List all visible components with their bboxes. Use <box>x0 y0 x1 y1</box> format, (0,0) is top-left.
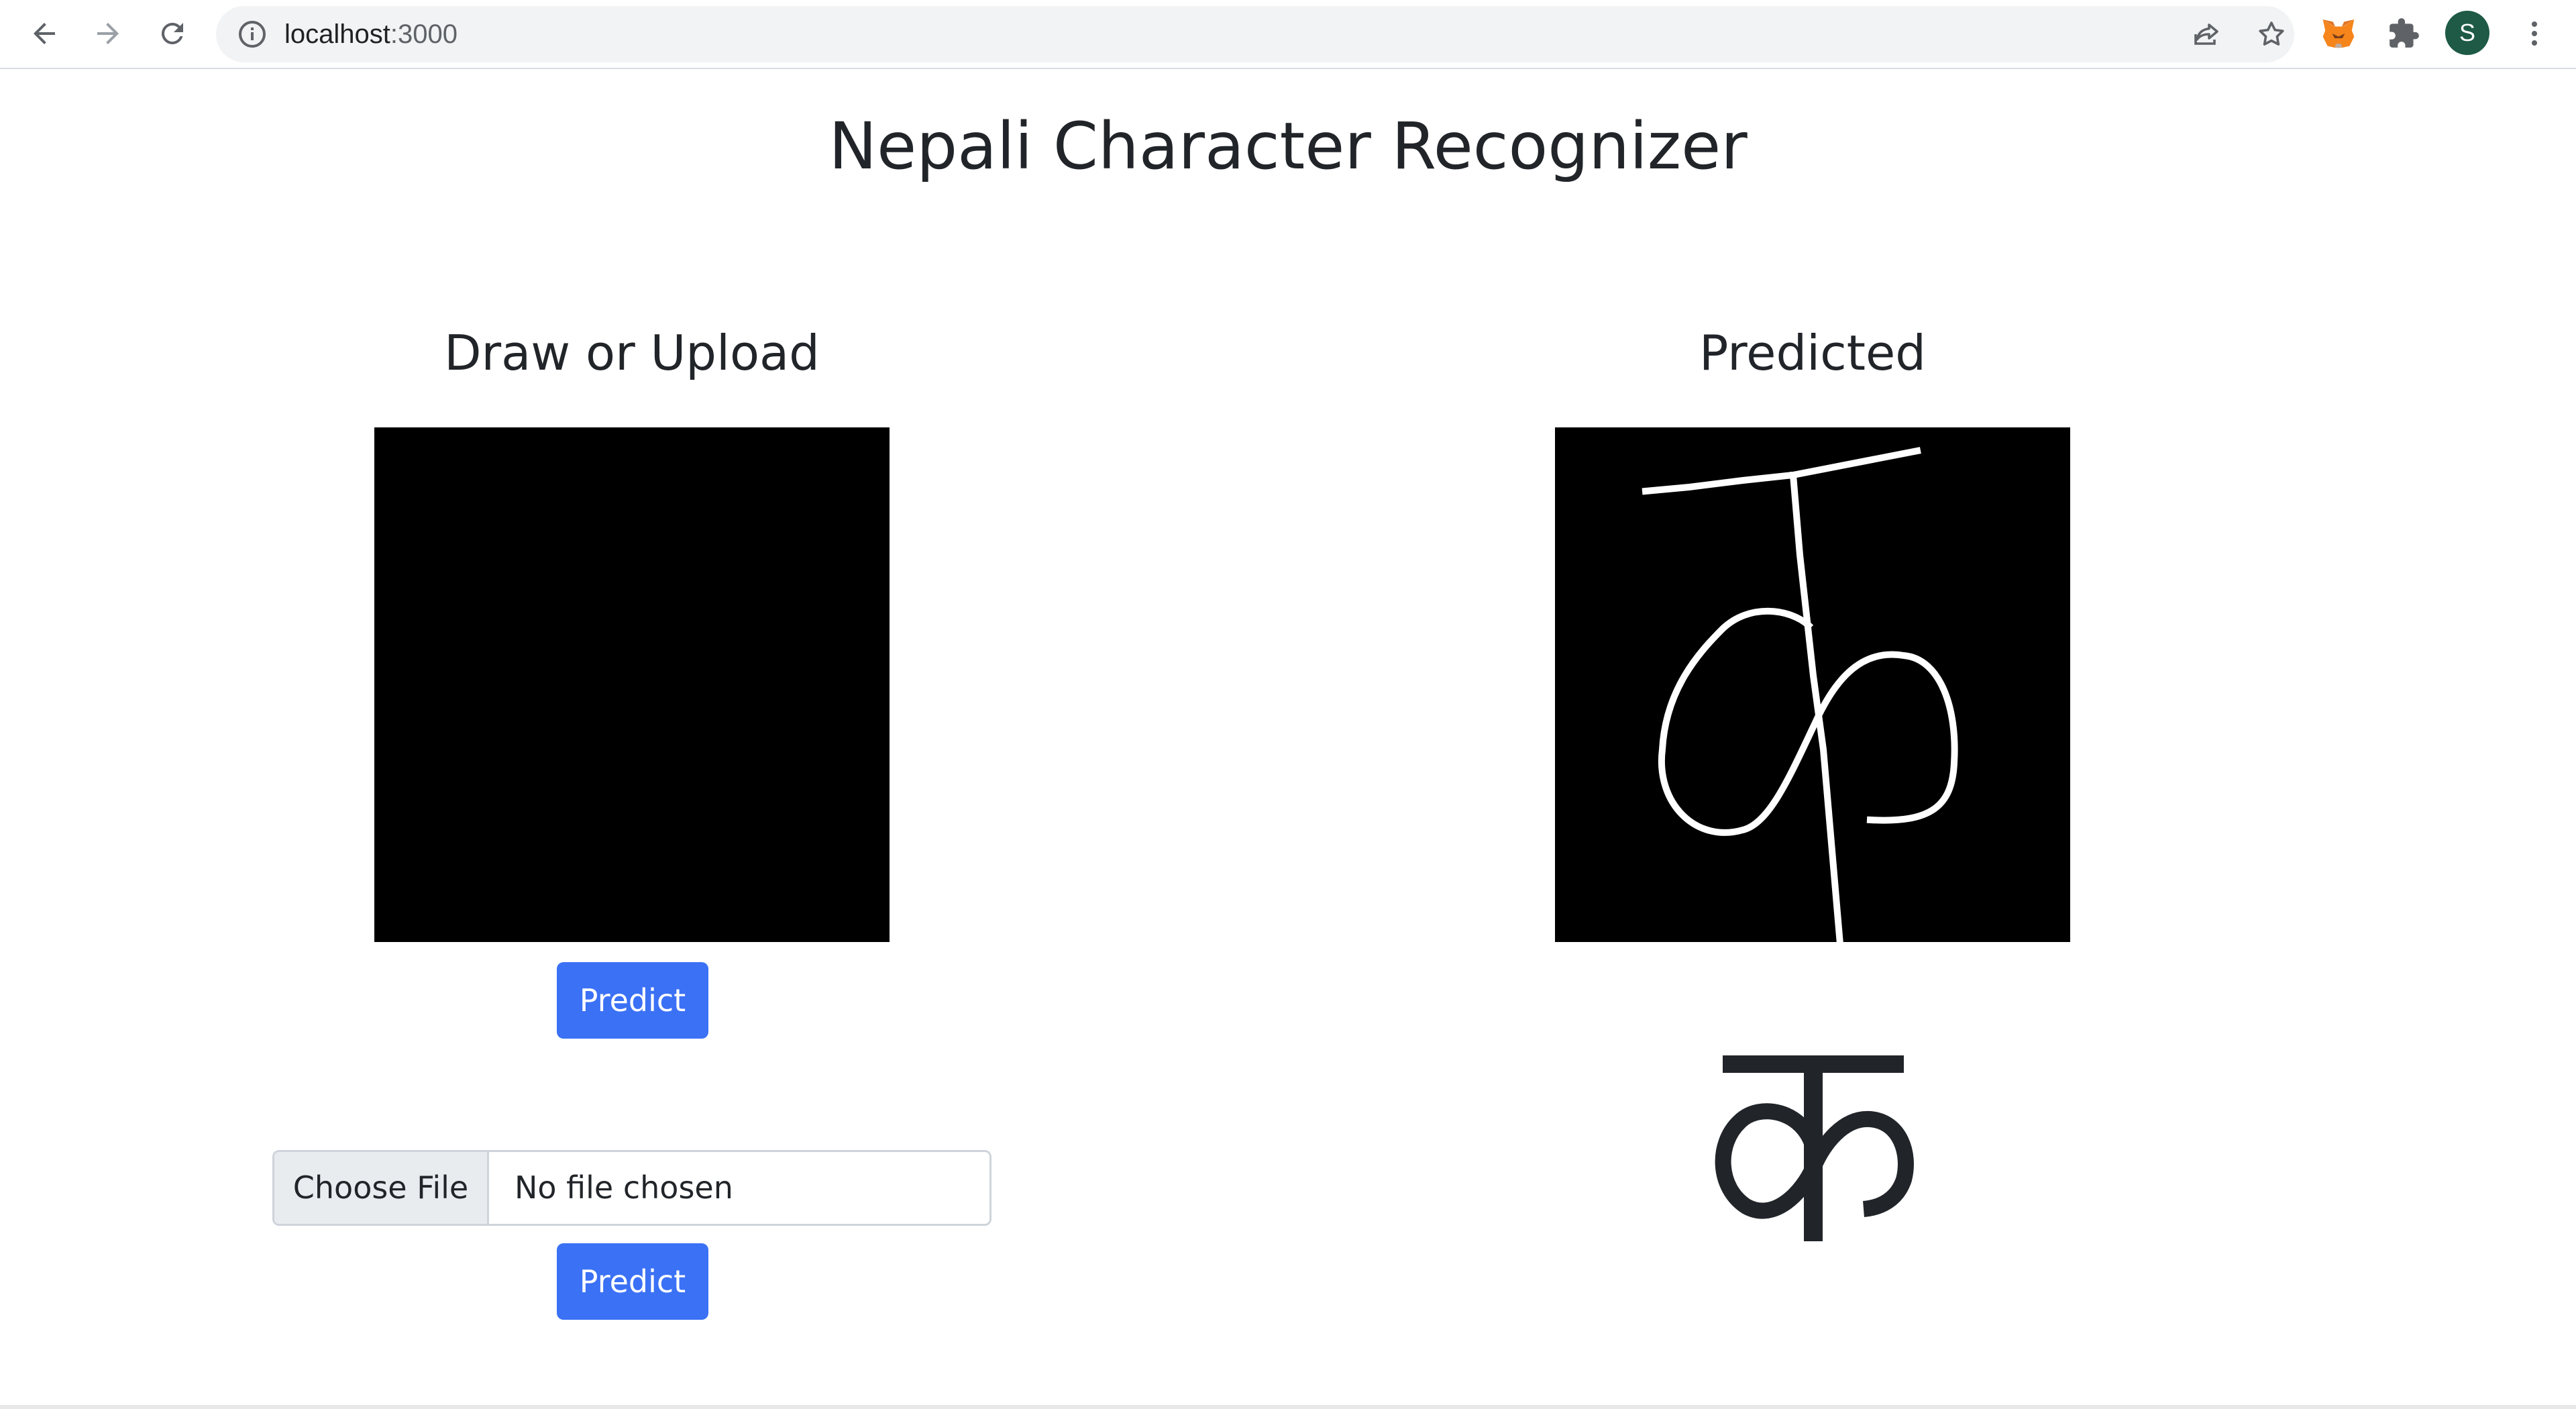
url-port: :3000 <box>390 19 458 49</box>
drawing-canvas[interactable] <box>374 427 890 942</box>
bottom-scrollbar[interactable] <box>0 1405 2576 1409</box>
share-icon[interactable] <box>2190 18 2222 50</box>
page-title: Nepali Character Recognizer <box>828 109 1748 184</box>
choose-file-button[interactable]: Choose File <box>274 1152 489 1224</box>
metamask-fox-icon <box>2322 19 2355 48</box>
forward-button[interactable] <box>87 13 129 54</box>
file-status-text: No file chosen <box>515 1169 733 1206</box>
url-text[interactable]: localhost:3000 <box>284 6 458 62</box>
predict-drawing-button[interactable]: Predict <box>557 962 708 1039</box>
reload-button[interactable] <box>152 13 193 54</box>
metamask-extension-button[interactable] <box>2318 13 2359 54</box>
browser-menu-button[interactable] <box>2514 12 2555 55</box>
url-host: localhost <box>284 19 390 49</box>
reload-icon <box>161 22 183 44</box>
back-button[interactable] <box>23 13 65 54</box>
predict-upload-button[interactable]: Predict <box>557 1243 708 1320</box>
menu-dots-icon <box>2532 21 2537 46</box>
predicted-image <box>1555 427 2070 948</box>
predicted-character-glyph <box>1715 1055 1914 1241</box>
address-bar[interactable]: localhost:3000 <box>216 6 2294 62</box>
site-info-icon[interactable] <box>236 18 268 50</box>
draw-panel-heading: Draw or Upload <box>444 325 820 381</box>
handwritten-character-drawing <box>1642 447 1958 948</box>
extensions-puzzle-icon <box>2390 18 2419 48</box>
result-panel-heading: Predicted <box>1699 325 1926 381</box>
file-upload-input[interactable]: Choose File No file chosen <box>272 1150 991 1226</box>
bookmark-star-icon[interactable] <box>2255 18 2288 50</box>
extensions-button[interactable] <box>2383 13 2424 54</box>
browser-toolbar: localhost:3000 S <box>0 0 2576 69</box>
back-icon <box>34 23 55 44</box>
forward-icon <box>97 23 119 44</box>
avatar[interactable]: S <box>2445 11 2489 55</box>
